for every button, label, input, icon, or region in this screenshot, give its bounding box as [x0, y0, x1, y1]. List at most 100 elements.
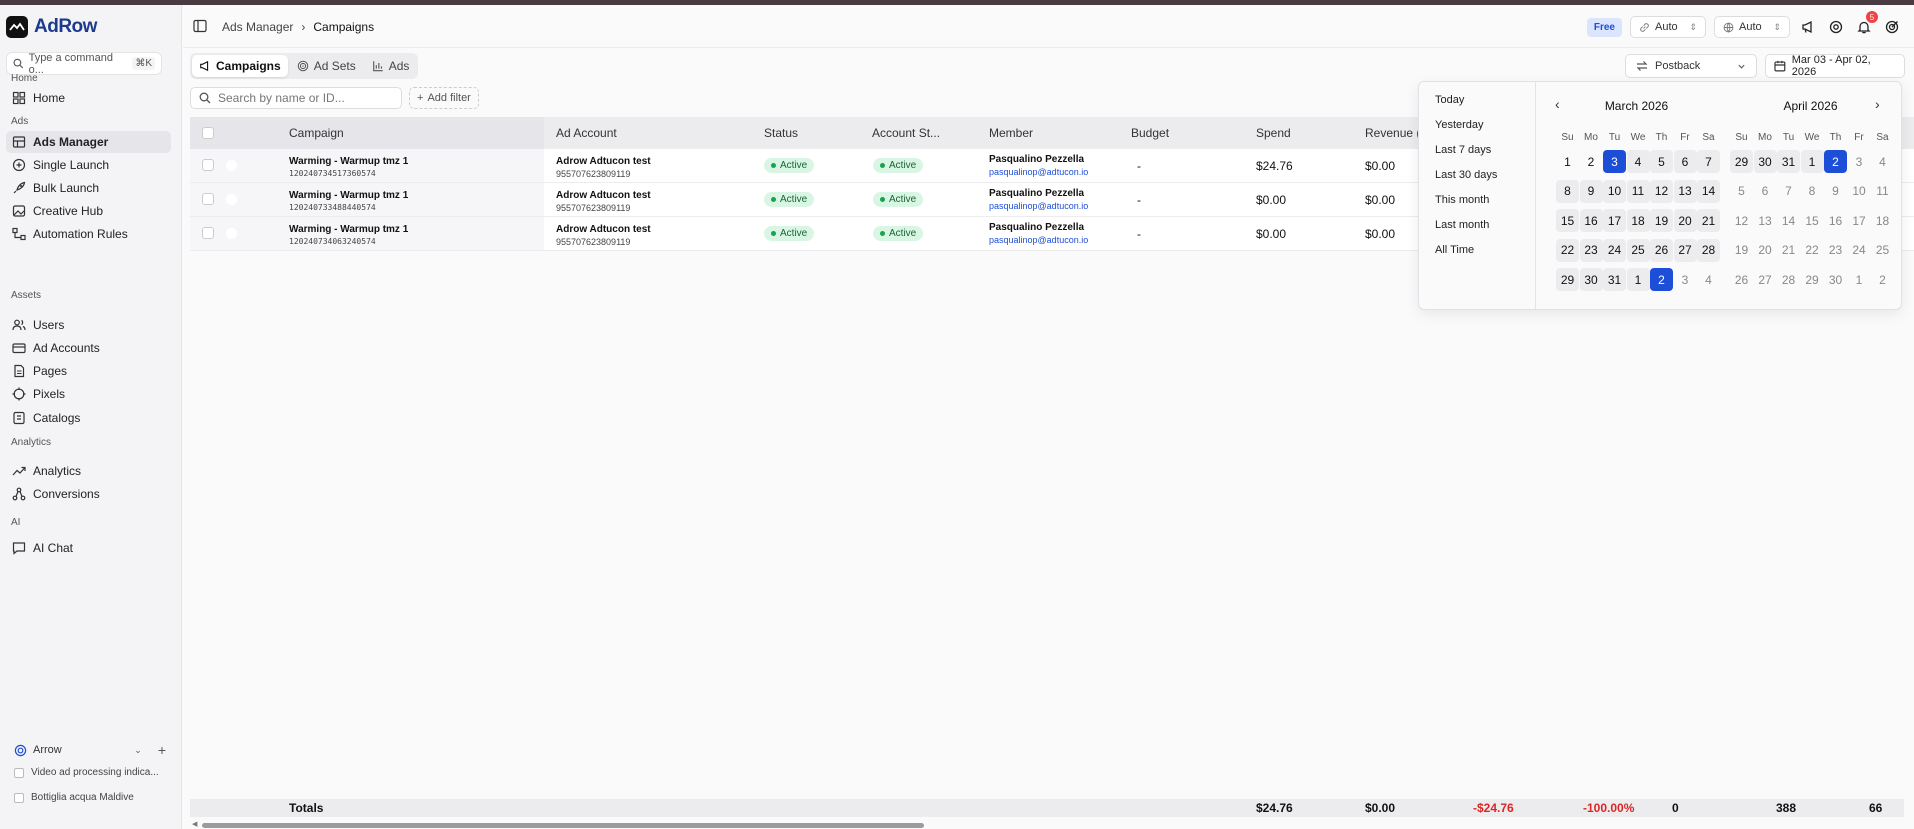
- calendar-day[interactable]: 26: [1730, 268, 1753, 291]
- calendar-day[interactable]: 20: [1754, 239, 1777, 262]
- calendar-day[interactable]: 1: [1800, 150, 1824, 173]
- calendar-day[interactable]: 2: [1650, 268, 1673, 291]
- calendar-day[interactable]: 11: [1626, 179, 1650, 203]
- command-search[interactable]: Type a command o... ⌘K: [6, 52, 162, 76]
- calendar-day[interactable]: 17: [1848, 209, 1871, 232]
- column-budget[interactable]: Budget: [1131, 126, 1169, 140]
- calendar-day[interactable]: 21: [1697, 209, 1720, 232]
- column-campaign[interactable]: Campaign: [289, 126, 344, 140]
- preset-option[interactable]: Last month: [1435, 219, 1489, 231]
- calendar-day[interactable]: 13: [1673, 179, 1697, 203]
- logo[interactable]: AdRow: [6, 16, 97, 38]
- calendar-day[interactable]: 24: [1848, 239, 1871, 262]
- calendar-day[interactable]: 30: [1824, 268, 1847, 291]
- calendar-day[interactable]: 9: [1579, 179, 1603, 203]
- preset-option[interactable]: Yesterday: [1435, 119, 1484, 131]
- preset-option[interactable]: Last 30 days: [1435, 169, 1497, 181]
- target-icon[interactable]: [1882, 17, 1902, 37]
- calendar-day[interactable]: 24: [1603, 238, 1626, 262]
- calendar-day[interactable]: 4: [1871, 150, 1894, 173]
- calendar-day[interactable]: 26: [1650, 238, 1673, 262]
- breadcrumb-parent[interactable]: Ads Manager: [222, 20, 293, 34]
- campaign-name[interactable]: Warming - Warmup tmz 1: [289, 156, 408, 167]
- chevron-down-icon[interactable]: ⌄: [134, 745, 142, 756]
- calendar-day[interactable]: 29: [1801, 268, 1824, 291]
- sidebar-item-ads-manager[interactable]: Ads Manager: [6, 131, 171, 153]
- column-revenue[interactable]: Revenue (: [1365, 126, 1420, 140]
- calendar-day[interactable]: 5: [1650, 150, 1673, 173]
- add-filter-button[interactable]: + Add filter: [409, 87, 479, 109]
- search-input[interactable]: Search by name or ID...: [190, 87, 402, 109]
- select-all-checkbox[interactable]: [202, 127, 214, 139]
- calendar-day[interactable]: 4: [1697, 268, 1720, 291]
- sidebar-toggle-icon[interactable]: [193, 19, 207, 33]
- tab-ad-sets[interactable]: Ad Sets: [290, 55, 363, 77]
- member-email[interactable]: pasqualinop@adtucon.io: [989, 167, 1088, 177]
- calendar-day[interactable]: 28: [1777, 268, 1800, 291]
- calendar-day[interactable]: 6: [1754, 180, 1777, 203]
- calendar-day[interactable]: 23: [1824, 239, 1847, 262]
- tab-ads[interactable]: Ads: [365, 55, 417, 77]
- calendar-day[interactable]: 25: [1626, 238, 1650, 262]
- calendar-day[interactable]: 22: [1801, 239, 1824, 262]
- currency-select[interactable]: Auto ⇕: [1714, 16, 1790, 38]
- calendar-day[interactable]: 2: [1824, 150, 1847, 173]
- calendar-day[interactable]: 14: [1777, 209, 1800, 232]
- sidebar-item-creative-hub[interactable]: Creative Hub: [6, 200, 171, 222]
- sidebar-item-pixels[interactable]: Pixels: [6, 383, 171, 405]
- checkbox[interactable]: [14, 767, 24, 778]
- calendar-day[interactable]: 12: [1650, 179, 1673, 203]
- workspace-switcher[interactable]: Arrow ⌄ +: [14, 742, 166, 758]
- preset-option[interactable]: All Time: [1435, 244, 1474, 256]
- calendar-day[interactable]: 12: [1730, 209, 1753, 232]
- calendar-day[interactable]: 8: [1801, 180, 1824, 203]
- calendar-day[interactable]: 15: [1556, 209, 1579, 232]
- checkbox[interactable]: [14, 792, 24, 803]
- scrollbar-thumb[interactable]: [202, 823, 924, 828]
- calendar-day[interactable]: 16: [1824, 209, 1847, 232]
- calendar-day[interactable]: 29: [1556, 268, 1579, 291]
- member-email[interactable]: pasqualinop@adtucon.io: [989, 201, 1088, 211]
- column-account-status[interactable]: Account St...: [872, 126, 940, 140]
- scroll-left-icon[interactable]: ◀: [192, 820, 197, 828]
- bell-icon[interactable]: 5: [1854, 11, 1878, 37]
- calendar-day[interactable]: 1: [1556, 150, 1579, 173]
- calendar-day[interactable]: 22: [1556, 238, 1579, 262]
- calendar-day[interactable]: 30: [1753, 150, 1777, 173]
- recent-item[interactable]: Video ad processing indica...: [14, 767, 159, 778]
- calendar-day[interactable]: 20: [1673, 209, 1697, 232]
- sidebar-item-ad-accounts[interactable]: Ad Accounts: [6, 337, 171, 359]
- sidebar-item-catalogs[interactable]: Catalogs: [6, 407, 171, 429]
- row-checkbox[interactable]: [202, 193, 214, 205]
- calendar-day[interactable]: 7: [1777, 180, 1800, 203]
- sidebar-item-users[interactable]: Users: [6, 314, 171, 336]
- calendar-day[interactable]: 5: [1730, 180, 1753, 203]
- calendar-day[interactable]: 10: [1603, 179, 1626, 203]
- sidebar-item-pages[interactable]: Pages: [6, 360, 171, 382]
- sidebar-item-ai-chat[interactable]: AI Chat: [6, 537, 171, 559]
- calendar-day[interactable]: 6: [1673, 150, 1697, 173]
- column-ad-account[interactable]: Ad Account: [556, 126, 617, 140]
- preset-option[interactable]: Today: [1435, 94, 1464, 106]
- campaign-cell[interactable]: Warming - Warmup tmz 1 12024073348844057…: [289, 190, 408, 212]
- calendar-day[interactable]: 15: [1801, 209, 1824, 232]
- campaign-name[interactable]: Warming - Warmup tmz 1: [289, 224, 408, 235]
- campaign-cell[interactable]: Warming - Warmup tmz 1 12024073406324057…: [289, 224, 408, 246]
- calendar-day[interactable]: 7: [1697, 150, 1720, 173]
- calendar-day[interactable]: 31: [1777, 150, 1800, 173]
- calendar-day[interactable]: 3: [1848, 150, 1871, 173]
- calendar-day[interactable]: 11: [1871, 180, 1894, 203]
- tab-campaigns[interactable]: Campaigns: [192, 55, 288, 77]
- sidebar-item-analytics[interactable]: Analytics: [6, 460, 171, 482]
- calendar-day[interactable]: 25: [1871, 239, 1894, 262]
- calendar-day[interactable]: 4: [1626, 150, 1650, 173]
- calendar-day[interactable]: 19: [1650, 209, 1673, 232]
- date-range-button[interactable]: Mar 03 - Apr 02, 2026: [1765, 54, 1905, 78]
- campaign-name[interactable]: Warming - Warmup tmz 1: [289, 190, 408, 201]
- calendar-day[interactable]: 21: [1777, 239, 1800, 262]
- calendar-day[interactable]: 10: [1848, 180, 1871, 203]
- sidebar-item-home[interactable]: Home: [6, 87, 171, 109]
- add-workspace-icon[interactable]: +: [158, 742, 166, 758]
- calendar-day[interactable]: 29: [1730, 150, 1753, 173]
- sidebar-item-bulk-launch[interactable]: Bulk Launch: [6, 177, 171, 199]
